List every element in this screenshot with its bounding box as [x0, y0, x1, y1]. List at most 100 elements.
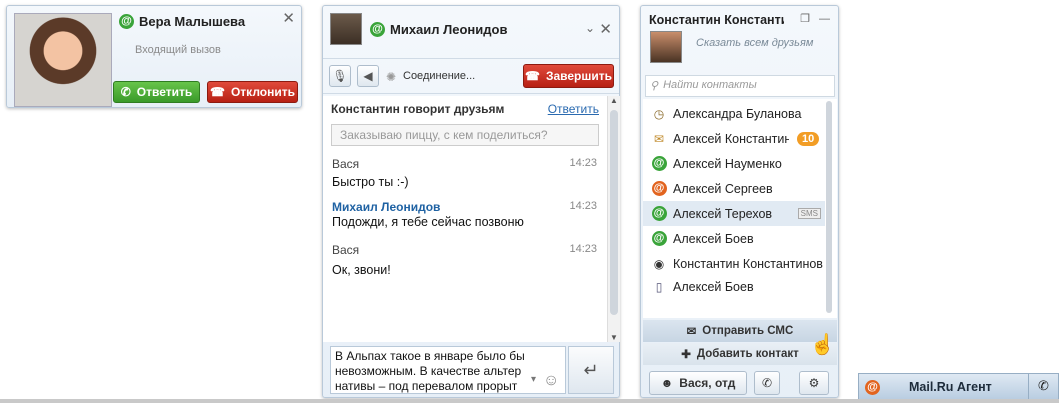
search-placeholder: Найти контакты [663, 79, 757, 91]
plus-icon: ✚ [681, 349, 691, 361]
chat-title-text: Михаил Леонидов [390, 22, 508, 37]
scroll-down-icon[interactable]: ▼ [610, 333, 618, 342]
at-orange-icon: @ [651, 181, 667, 197]
message-author: Вася [332, 157, 360, 171]
window-controls: ❐ — [800, 12, 830, 25]
call-status: Входящий вызов [135, 44, 221, 56]
message-input[interactable]: В Альпах такое в январе было бы невозмож… [330, 346, 566, 394]
chevron-down-icon[interactable]: ⌄ [585, 21, 595, 35]
add-contact-button[interactable]: ✚ Добавить контакт [643, 343, 837, 365]
phone-icon: ✆ [1038, 378, 1049, 393]
envelope-icon: ✉ [653, 131, 665, 146]
eye-icon: ◉ [653, 256, 665, 271]
microphone-icon[interactable]: 🎙 [329, 65, 351, 87]
send-sms-label: Отправить СМС [702, 325, 794, 337]
send-button[interactable]: ↵ [568, 346, 614, 394]
end-call-label: Завершить [545, 69, 612, 83]
call-toolbar: 🎙 ◀ ✺ Соединение... ☎ Завершить [323, 58, 619, 94]
scrollbar[interactable]: ▲ ▼ [607, 96, 620, 342]
taskbar-label: Mail.Ru Агент [909, 379, 992, 394]
chat-title: @ Михаил Леонидов [370, 22, 507, 37]
sms-tag[interactable]: SMS [797, 208, 821, 219]
caller-name: Вера Малышева [139, 14, 246, 29]
at-green-icon: @ [651, 206, 667, 222]
message-text: Быстро ты :-) [332, 175, 409, 189]
hangup-icon: ☎ [525, 69, 540, 83]
answer-label: Ответить [136, 85, 193, 99]
message-time: 14:23 [569, 157, 597, 169]
send-sms-button[interactable]: ✉ Отправить СМС [643, 320, 837, 342]
avatar [650, 31, 682, 63]
gear-icon: ⚙ [808, 376, 820, 390]
close-icon[interactable]: ✕ [599, 20, 612, 38]
broadcast-reply-link[interactable]: Ответить [548, 102, 599, 116]
contact-name: Алексей Константинов [673, 131, 789, 146]
call-status: Соединение... [403, 70, 476, 82]
contact-item[interactable]: @ Алексей Сергеев [643, 176, 825, 201]
at-status-icon: @ [865, 379, 880, 395]
settings-button[interactable]: ⚙ [799, 371, 829, 395]
unread-badge: 10 [797, 131, 820, 146]
contact-item[interactable]: ◷ Александра Буланова [643, 101, 825, 126]
end-call-button[interactable]: ☎ Завершить [523, 64, 614, 88]
contact-name: Алексей Терехов [673, 206, 773, 221]
contact-name: Алексей Сергеев [673, 181, 773, 196]
scroll-thumb[interactable] [610, 110, 618, 315]
chevron-down-icon[interactable]: ▾ [531, 374, 536, 385]
user-status-button[interactable]: ☻ Вася, отд [649, 371, 747, 395]
divider [0, 399, 1059, 403]
message-author: Михаил Леонидов [332, 200, 441, 214]
chat-window: @ Михаил Леонидов ⌄ ✕ 🎙 ◀ ✺ Соединение..… [322, 5, 620, 398]
message-time: 14:23 [569, 200, 597, 212]
clock-icon: ◷ [653, 106, 665, 121]
contact-list: ◷ Александра Буланова ✉ Алексей Констант… [643, 99, 837, 318]
contact-item[interactable]: ✉ Алексей Константинов 10 [643, 126, 825, 151]
broadcast-reply-input[interactable]: Заказываю пиццу, с кем поделиться? [331, 124, 599, 146]
speaker-icon[interactable]: ◀ [357, 65, 379, 87]
phone-button[interactable]: ✆ [754, 371, 780, 395]
contact-name: Алексей Боев [673, 279, 754, 294]
close-icon[interactable]: ✕ [282, 9, 295, 27]
caller-header: @ Вера Малышева [119, 14, 245, 29]
message-time: 14:23 [569, 243, 597, 255]
caller-photo [14, 13, 112, 107]
search-icon: ⚲ [650, 80, 659, 92]
smiley-icon: ☻ [660, 376, 674, 390]
status-message-input[interactable]: Сказать всем друзьям [696, 37, 813, 49]
message-list: Константин говорит друзьям Ответить Зака… [323, 96, 607, 342]
contact-item[interactable]: ◉ Константин Константинов [643, 251, 825, 276]
contacts-footer: ☻ Вася, отд ✆ ⚙ [641, 366, 838, 398]
contact-item[interactable]: @ Алексей Терехов SMS [643, 201, 825, 226]
hand-cursor-icon: ☝ [810, 334, 835, 356]
answer-button[interactable]: ✆ Ответить [113, 81, 200, 103]
phone-icon: ✆ [120, 85, 131, 99]
message-author: Вася [332, 243, 360, 257]
search-input[interactable]: ⚲ Найти контакты [645, 75, 835, 97]
phone-button[interactable]: ✆ [1028, 374, 1058, 399]
contact-item[interactable]: ▯ Алексей Боев [643, 274, 825, 299]
minimize-icon[interactable]: — [819, 13, 830, 25]
message-text: Подожди, я тебе сейчас позвоню [332, 215, 524, 229]
chat-header: @ Михаил Леонидов ⌄ ✕ [323, 6, 619, 54]
phone-icon: ▯ [655, 279, 663, 294]
scroll-up-icon[interactable]: ▲ [610, 96, 618, 105]
contact-item[interactable]: @ Алексей Науменко [643, 151, 825, 176]
at-green-icon: @ [651, 231, 667, 247]
taskbar-agent[interactable]: @ Mail.Ru Агент ✆ [858, 373, 1059, 400]
message-text: Ок, звони! [332, 263, 391, 277]
avatar [330, 13, 362, 45]
scroll-thumb[interactable] [826, 101, 832, 313]
owner-name: Константин Константинов [649, 13, 784, 27]
broadcast-title: Константин говорит друзьям [331, 102, 505, 116]
at-status-icon: @ [119, 14, 134, 29]
restore-icon[interactable]: ❐ [800, 13, 810, 25]
contact-name: Александра Буланова [673, 106, 802, 121]
user-status-label: Вася, отд [679, 376, 736, 390]
contact-item[interactable]: @ Алексей Боев [643, 226, 825, 251]
hangup-icon: ☎ [210, 85, 225, 99]
contact-name: Алексей Науменко [673, 156, 782, 171]
spinner-icon: ✺ [386, 70, 397, 84]
decline-button[interactable]: ☎ Отклонить [207, 81, 298, 103]
phone-icon: ✆ [761, 376, 773, 390]
smiley-icon[interactable]: ☺ [543, 372, 559, 390]
